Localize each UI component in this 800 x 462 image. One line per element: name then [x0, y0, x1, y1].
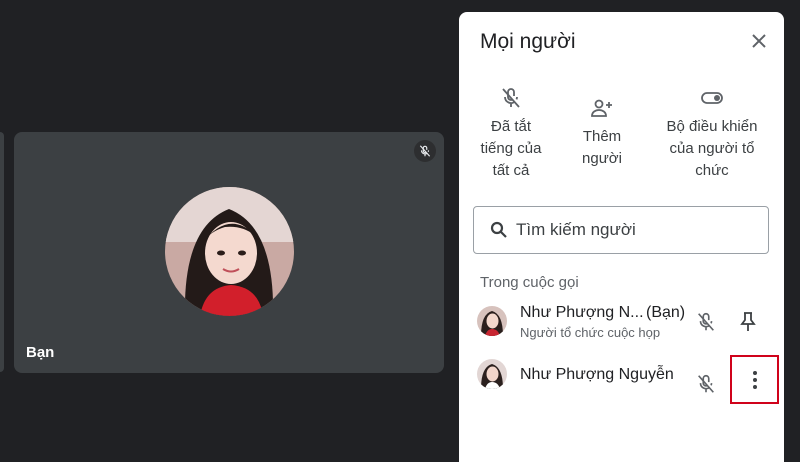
host-controls-label-line-1: Bộ điều khiển	[666, 118, 758, 135]
more-vert-icon	[752, 370, 757, 389]
participant-role: Người tổ chức cuộc họp	[520, 325, 661, 340]
participant-avatar	[477, 306, 507, 336]
mute-all-label-line-1: Đã tắt	[490, 118, 532, 135]
host-controls-label-line-3: chức	[695, 162, 729, 179]
search-input[interactable]	[516, 220, 756, 240]
mute-all-button[interactable]: Đã tắt tiếng của tất cả	[473, 86, 549, 182]
close-button[interactable]	[746, 28, 772, 54]
participant-name: Như Phượng Nguyễn	[520, 366, 674, 383]
participant-row[interactable]: Như Phượng Nguyễn	[459, 353, 784, 404]
in-call-section-title: Trong cuộc gọi	[480, 274, 579, 291]
participant-you-tag: (Bạn)	[646, 304, 686, 321]
participant-name: Như Phượng N...	[520, 304, 644, 321]
host-controls-label-line-2: của người tổ	[669, 140, 755, 157]
people-panel: Mọi người Đã tắt tiếng của tất cả Thêm n…	[459, 12, 784, 462]
add-person-icon	[591, 99, 612, 117]
pin-icon[interactable]	[738, 311, 758, 333]
participant-avatar	[477, 359, 507, 389]
more-options-button[interactable]	[730, 355, 779, 404]
participant-row[interactable]: Như Phượng N... (Bạn) Người tổ chức cuộc…	[459, 300, 784, 344]
adjacent-video-tile	[0, 132, 4, 372]
add-people-label-line-2: người	[582, 150, 622, 167]
mic-off-icon	[502, 88, 520, 108]
toggle-icon	[701, 92, 723, 104]
host-controls-button[interactable]: Bộ điều khiển của người tổ chức	[654, 86, 770, 182]
user-avatar	[165, 187, 294, 316]
add-people-label-line-1: Thêm	[582, 128, 622, 145]
close-icon	[752, 34, 766, 48]
video-tile: Bạn	[14, 132, 444, 373]
mute-all-label-line-3: tất cả	[492, 162, 530, 179]
tile-mic-off-icon	[414, 140, 436, 162]
search-box[interactable]	[473, 206, 769, 254]
mic-off-icon	[698, 312, 714, 331]
add-people-button[interactable]: Thêm người	[569, 96, 635, 170]
panel-title: Mọi người	[480, 30, 576, 53]
mic-off-icon	[698, 374, 714, 393]
tile-participant-name: Bạn	[26, 344, 55, 361]
search-icon	[490, 221, 507, 238]
mute-all-label-line-2: tiếng của	[480, 140, 542, 157]
